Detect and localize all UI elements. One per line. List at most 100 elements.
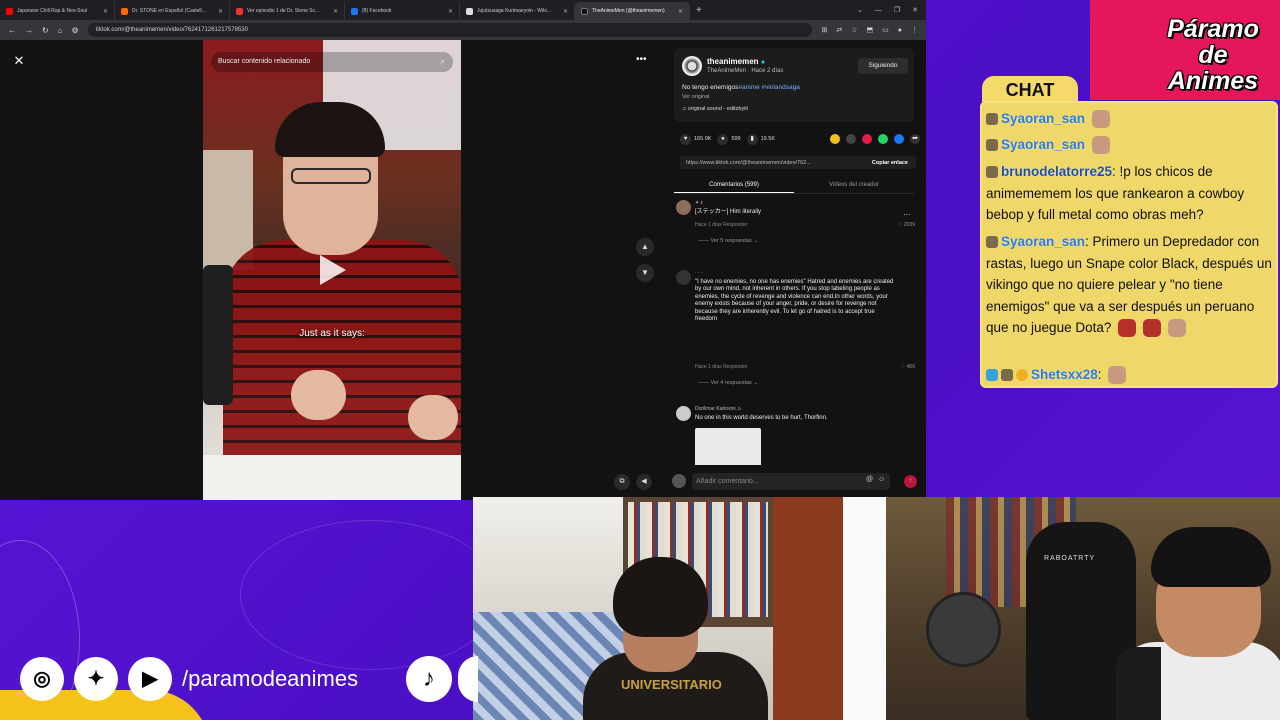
view-replies-button[interactable]: —— Ver 4 respuestas ⌄ <box>698 380 758 386</box>
tab-creator-videos[interactable]: Videos del creador <box>794 178 914 193</box>
bookmark-star-icon[interactable]: ☆ <box>851 26 857 34</box>
install-icon[interactable]: ⊞ <box>821 26 827 34</box>
commenter-name[interactable]: ✦ ε <box>695 200 703 206</box>
share-tiktok-icon[interactable] <box>862 134 872 144</box>
browser-tab[interactable]: Japanese Chill Rap & Neo-Soul ✕ <box>0 2 115 20</box>
close-tab-icon[interactable]: ✕ <box>218 8 223 15</box>
wiki-favicon-icon <box>466 7 473 15</box>
play-icon[interactable] <box>320 255 346 285</box>
url-field[interactable]: tiktok.com/@theanimemen/video/7624171261… <box>87 23 813 37</box>
see-original-link[interactable]: Ver original <box>682 94 710 100</box>
browser-window: Japanese Chill Rap & Neo-Soul ✕ Dr. STONE… <box>0 0 926 500</box>
user-avatar <box>672 474 686 488</box>
video-player[interactable]: Buscar contenido relacionado ⌕ Just as it… <box>203 40 461 500</box>
twitter-icon: ✦ <box>74 657 118 701</box>
back-icon[interactable]: ← <box>8 26 16 35</box>
floating-player-icon[interactable]: ⧉ <box>614 474 630 490</box>
home-icon[interactable]: ⌂ <box>58 26 63 35</box>
user-badge-icon <box>986 139 998 152</box>
browser-tab[interactable]: Jujutsusaga Kurimaeyoin - Wiki... ✕ <box>460 2 575 20</box>
close-tab-icon[interactable]: ✕ <box>448 8 453 15</box>
sound-link[interactable]: ♫ original sound - editzbyili <box>682 106 748 112</box>
more-options-icon[interactable]: ••• <box>636 54 647 65</box>
tiktok-icon: ♪ <box>406 656 452 702</box>
browser-tab-active[interactable]: TheAnimeMen (@theanimemen) ✕ <box>575 2 690 20</box>
close-tab-icon[interactable]: ✕ <box>678 8 683 15</box>
comment-meta[interactable]: Hace 1 días Responder <box>695 364 748 370</box>
maximize-icon[interactable]: ❐ <box>894 2 900 20</box>
close-video-button[interactable]: ✕ <box>10 52 28 70</box>
forward-icon[interactable]: → <box>25 26 33 35</box>
browser-tab[interactable]: (8) Facebook ✕ <box>345 2 460 20</box>
next-video-button[interactable]: ▼ <box>636 264 654 282</box>
close-tab-icon[interactable]: ✕ <box>563 8 568 15</box>
comment-more-icon[interactable]: ⋯ <box>903 210 911 219</box>
chat-message: Syaoran_san <box>986 108 1276 130</box>
extensions-icon[interactable]: ⬒ <box>867 26 874 34</box>
commenter-name[interactable]: · · · <box>695 270 703 276</box>
commenter-avatar[interactable] <box>676 200 691 215</box>
user-badge-icon <box>986 369 998 382</box>
cam-scene <box>926 592 1001 667</box>
site-info-icon[interactable]: ⚙ <box>72 26 79 35</box>
video-details-panel: theanimemen ● TheAnimeMen · Hace 2 días … <box>670 40 926 500</box>
emote-icon <box>1091 110 1110 129</box>
save-button[interactable]: ▮ 19.5K <box>746 133 775 145</box>
view-replies-button[interactable]: —— Ver 5 respuestas ⌄ <box>698 238 758 244</box>
comment-meta[interactable]: Hace 1 días Responder <box>695 222 748 228</box>
new-tab-button[interactable]: + <box>690 2 708 20</box>
logo-line: de <box>1198 41 1228 69</box>
browser-tab[interactable]: Dr. STONE en Español (Castell... ✕ <box>115 2 230 20</box>
translate-icon[interactable]: ⇄ <box>836 26 842 34</box>
comment-sticker-image[interactable] <box>695 428 761 465</box>
user-badge-icon <box>986 166 998 179</box>
social-handle: /paramodeanimes <box>182 666 359 691</box>
following-button[interactable]: Siguiendo <box>858 58 908 74</box>
comment-input[interactable]: Añadir comentario... <box>692 473 890 490</box>
video-caption: No tengo enemigos#anime #vinlandsaga <box>682 84 800 91</box>
browser-tab[interactable]: Ver episodio 1 de Dr. Stone Sc... ✕ <box>230 2 345 20</box>
share-arrow-icon[interactable]: ➦ <box>910 134 920 144</box>
sidebar-icon[interactable]: ▭ <box>882 26 889 34</box>
copy-link-button[interactable]: Copiar enlace <box>864 160 916 166</box>
emote-icon <box>1118 319 1137 338</box>
mention-icon[interactable]: @ <box>866 476 873 483</box>
bookmark-icon: ▮ <box>746 133 758 145</box>
share-whatsapp-icon[interactable] <box>878 134 888 144</box>
volume-icon[interactable]: ◀ <box>636 474 652 490</box>
comment-item: Dorilimar Karlovini ⚠ No one in this wor… <box>674 406 919 465</box>
author-name[interactable]: theanimemen ● <box>707 57 765 66</box>
close-tab-icon[interactable]: ✕ <box>333 8 338 15</box>
minimize-icon[interactable]: — <box>875 2 882 20</box>
related-search-input[interactable]: Buscar contenido relacionado ⌕ <box>211 52 453 72</box>
webcam-host-2: RABOATRTY <box>886 497 1280 720</box>
like-button[interactable]: ♥ 165.9K <box>680 133 711 145</box>
comment-likes[interactable]: ♡ 2039 <box>898 222 915 228</box>
commenter-avatar[interactable] <box>676 406 691 421</box>
video-subtitle: Just as it says: <box>299 328 365 339</box>
share-embed-icon[interactable] <box>846 134 856 144</box>
cam-scene <box>773 497 843 720</box>
share-facebook-icon[interactable] <box>894 134 904 144</box>
profile-icon[interactable]: ● <box>898 27 902 34</box>
close-tab-icon[interactable]: ✕ <box>103 8 108 15</box>
reload-icon[interactable]: ↻ <box>42 26 49 35</box>
send-button[interactable]: ↑ <box>904 475 917 488</box>
hashtags[interactable]: #anime #vinlandsaga <box>738 84 799 91</box>
emoji-icon[interactable]: ☺ <box>878 476 885 483</box>
close-window-icon[interactable]: ✕ <box>912 2 918 20</box>
stream-layout: Japanese Chill Rap & Neo-Soul ✕ Dr. STONE… <box>0 0 1280 720</box>
comment-button[interactable]: ● 599 <box>717 133 741 145</box>
search-icon[interactable]: ⌕ <box>441 52 445 72</box>
commenter-avatar[interactable] <box>676 270 691 285</box>
comment-likes[interactable]: ♡ 466 <box>901 364 915 370</box>
author-avatar[interactable] <box>682 56 702 76</box>
commenter-name[interactable]: Dorilimar Karlovini ⚠ <box>695 406 741 412</box>
previous-video-button[interactable]: ▲ <box>636 238 654 256</box>
video-link[interactable]: https://www.tiktok.com/@theanimemen/vide… <box>680 160 864 166</box>
menu-icon[interactable]: ⋮ <box>911 26 918 34</box>
tab-search-icon[interactable]: ⌄ <box>857 2 863 20</box>
share-coin-icon[interactable] <box>830 134 840 144</box>
tab-comments[interactable]: Comentarios (599) <box>674 178 794 193</box>
comment-item: ✦ ε [ステッカー] Him literally Hace 1 días Re… <box>674 200 919 260</box>
